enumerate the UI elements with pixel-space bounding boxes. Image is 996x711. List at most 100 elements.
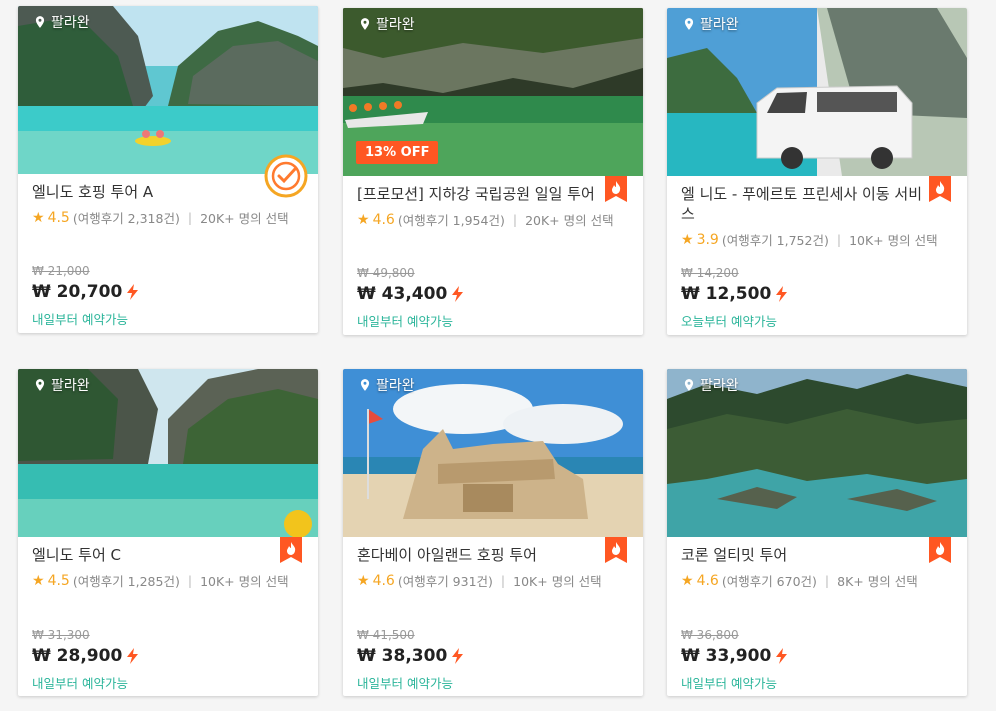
activity-card[interactable]: 팔라완 엘니도 호핑 투어 A ★ 4.5 (여행후기 2,318건) | 20… bbox=[18, 6, 318, 333]
lightning-icon bbox=[776, 648, 788, 664]
activity-title[interactable]: 엘 니도 - 푸에르토 프린세사 이동 서비스 bbox=[681, 184, 953, 224]
hot-badge-icon bbox=[280, 537, 302, 563]
price-value: ₩ 28,900 bbox=[32, 646, 123, 666]
rating-row: ★ 4.6 (여행후기 1,954건) | 20K+ 명의 선택 bbox=[357, 210, 629, 229]
sale-price: ₩ 43,400 bbox=[357, 284, 464, 304]
availability-text: 내일부터 예약가능 bbox=[32, 312, 128, 327]
activity-card[interactable]: 팔라완 코론 얼티밋 투어 ★ 4.6 (여행후기 670건) | 8K+ 명의… bbox=[667, 369, 967, 696]
activity-card[interactable]: 팔라완 13% OFF [프로모션] 지하강 국립공원 일일 투어 ★ 4.6 … bbox=[343, 8, 643, 335]
location-label: 팔라완 bbox=[682, 14, 739, 34]
sale-price: ₩ 28,900 bbox=[32, 646, 139, 666]
chosen-count: 10K+ 명의 선택 bbox=[849, 233, 938, 248]
location-label: 팔라완 bbox=[33, 375, 90, 395]
chosen-count: 8K+ 명의 선택 bbox=[837, 574, 918, 589]
star-icon: ★ bbox=[32, 572, 45, 589]
review-count: (여행후기 2,318건) bbox=[72, 211, 180, 226]
discount-badge: 13% OFF bbox=[356, 141, 439, 164]
review-count: (여행후기 1,752건) bbox=[721, 233, 829, 248]
original-price: ₩ 31,300 bbox=[32, 628, 90, 642]
rating-row: ★ 4.5 (여행후기 1,285건) | 10K+ 명의 선택 bbox=[32, 571, 304, 590]
hot-badge-icon bbox=[929, 537, 951, 563]
divider: | bbox=[187, 210, 193, 225]
rating-value: 4.5 bbox=[47, 209, 70, 226]
activity-title[interactable]: 혼다베이 아일랜드 호핑 투어 bbox=[357, 545, 629, 565]
location-pin-icon bbox=[360, 18, 370, 30]
activity-card[interactable]: 팔라완 혼다베이 아일랜드 호핑 투어 ★ 4.6 (여행후기 931건) | … bbox=[343, 369, 643, 696]
location-label: 팔라완 bbox=[358, 14, 415, 34]
review-count: (여행후기 1,285건) bbox=[72, 574, 180, 589]
availability-text: 내일부터 예약가능 bbox=[681, 676, 777, 691]
location-pin-icon bbox=[35, 16, 45, 28]
hot-badge-icon bbox=[605, 176, 627, 202]
rating-row: ★ 4.6 (여행후기 931건) | 10K+ 명의 선택 bbox=[357, 571, 629, 590]
location-label: 팔라완 bbox=[358, 375, 415, 395]
original-price: ₩ 14,200 bbox=[681, 266, 739, 280]
divider: | bbox=[500, 573, 506, 588]
activity-photo: 팔라완 bbox=[343, 369, 643, 537]
divider: | bbox=[836, 232, 842, 247]
award-badge-icon bbox=[264, 154, 308, 198]
price-value: ₩ 12,500 bbox=[681, 284, 772, 304]
rating-row: ★ 4.6 (여행후기 670건) | 8K+ 명의 선택 bbox=[681, 571, 953, 590]
availability-text: 내일부터 예약가능 bbox=[357, 314, 453, 329]
divider: | bbox=[187, 573, 193, 588]
star-icon: ★ bbox=[681, 572, 694, 589]
hot-badge-icon bbox=[929, 176, 951, 202]
rating-value: 4.6 bbox=[372, 572, 395, 589]
rating-value: 4.6 bbox=[372, 211, 395, 228]
lightning-icon bbox=[776, 286, 788, 302]
price-value: ₩ 20,700 bbox=[32, 282, 123, 302]
availability-text: 오늘부터 예약가능 bbox=[681, 314, 777, 329]
activity-title[interactable]: [프로모션] 지하강 국립공원 일일 투어 bbox=[357, 184, 629, 204]
price-value: ₩ 43,400 bbox=[357, 284, 448, 304]
original-price: ₩ 41,500 bbox=[357, 628, 415, 642]
activity-card[interactable]: 팔라완 엘니도 투어 C ★ 4.5 (여행후기 1,285건) | 10K+ … bbox=[18, 369, 318, 696]
sale-price: ₩ 20,700 bbox=[32, 282, 139, 302]
chosen-count: 20K+ 명의 선택 bbox=[525, 213, 614, 228]
original-price: ₩ 36,800 bbox=[681, 628, 739, 642]
activity-photo: 팔라완 13% OFF bbox=[343, 8, 643, 176]
divider: | bbox=[824, 573, 830, 588]
rating-row: ★ 4.5 (여행후기 2,318건) | 20K+ 명의 선택 bbox=[32, 208, 304, 227]
hot-badge-icon bbox=[605, 537, 627, 563]
availability-text: 내일부터 예약가능 bbox=[32, 676, 128, 691]
activity-photo: 팔라완 bbox=[667, 369, 967, 537]
rating-value: 3.9 bbox=[696, 231, 719, 248]
rating-row: ★ 3.9 (여행후기 1,752건) | 10K+ 명의 선택 bbox=[681, 230, 953, 249]
availability-text: 내일부터 예약가능 bbox=[357, 676, 453, 691]
rating-value: 4.5 bbox=[47, 572, 70, 589]
original-price: ₩ 21,000 bbox=[32, 264, 90, 278]
review-count: (여행후기 1,954건) bbox=[397, 213, 505, 228]
activity-photo: 팔라완 bbox=[18, 6, 318, 174]
sale-price: ₩ 12,500 bbox=[681, 284, 788, 304]
location-pin-icon bbox=[360, 379, 370, 391]
star-icon: ★ bbox=[681, 231, 694, 248]
lightning-icon bbox=[127, 648, 139, 664]
location-label: 팔라완 bbox=[33, 12, 90, 32]
location-pin-icon bbox=[35, 379, 45, 391]
price-value: ₩ 33,900 bbox=[681, 646, 772, 666]
divider: | bbox=[512, 212, 518, 227]
activity-photo: 팔라완 bbox=[18, 369, 318, 537]
lightning-icon bbox=[452, 648, 464, 664]
activity-card[interactable]: 팔라완 엘 니도 - 푸에르토 프린세사 이동 서비스 ★ 3.9 (여행후기 … bbox=[667, 8, 967, 335]
sale-price: ₩ 38,300 bbox=[357, 646, 464, 666]
location-pin-icon bbox=[684, 18, 694, 30]
original-price: ₩ 49,800 bbox=[357, 266, 415, 280]
review-count: (여행후기 670건) bbox=[721, 574, 817, 589]
activity-title[interactable]: 코론 얼티밋 투어 bbox=[681, 545, 953, 565]
lightning-icon bbox=[452, 286, 464, 302]
lightning-icon bbox=[127, 284, 139, 300]
star-icon: ★ bbox=[357, 211, 370, 228]
rating-value: 4.6 bbox=[696, 572, 719, 589]
chosen-count: 20K+ 명의 선택 bbox=[200, 211, 289, 226]
star-icon: ★ bbox=[32, 209, 45, 226]
activity-title[interactable]: 엘니도 투어 C bbox=[32, 545, 304, 565]
sale-price: ₩ 33,900 bbox=[681, 646, 788, 666]
activity-photo: 팔라완 bbox=[667, 8, 967, 176]
location-label: 팔라완 bbox=[682, 375, 739, 395]
review-count: (여행후기 931건) bbox=[397, 574, 493, 589]
location-pin-icon bbox=[684, 379, 694, 391]
chosen-count: 10K+ 명의 선택 bbox=[513, 574, 602, 589]
chosen-count: 10K+ 명의 선택 bbox=[200, 574, 289, 589]
